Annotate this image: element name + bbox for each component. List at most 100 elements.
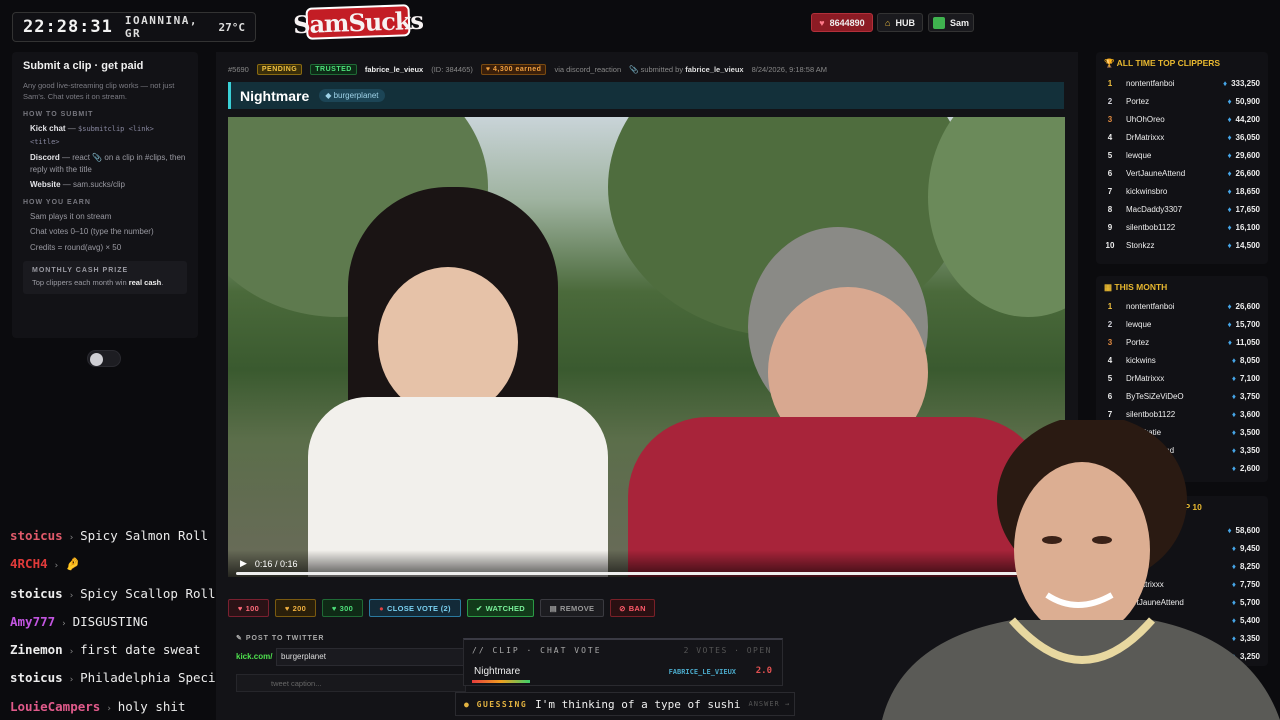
clipper-name: silentbob1122 (1126, 222, 1176, 232)
remove-button[interactable]: ▤ REMOVE (540, 599, 604, 617)
leaderboard-row[interactable]: 4 kickwins ♦ 8,050 (1104, 351, 1260, 369)
leaderboard-row[interactable]: 6 VertJauneAttend ♦ 26,600 (1104, 164, 1260, 182)
earn-step: Sam plays it on stream (30, 211, 112, 221)
close-vote-button[interactable]: ● CLOSE VOTE (2) (369, 599, 461, 617)
leaderboard-row[interactable]: 4 DrMatrixxx ♦ 36,050 (1104, 128, 1260, 146)
diamond-icon: ♦ (1227, 150, 1232, 160)
hub-button[interactable]: ⌂ HUB (877, 13, 923, 32)
diamond-icon: ♦ (1227, 186, 1232, 196)
clipper-name: lewque (1126, 319, 1152, 329)
site-logo[interactable]: SamSucks (293, 4, 423, 40)
clipper-credits: ♦ 15,700 (1227, 319, 1260, 329)
clipper-credits: ♦ 44,200 (1227, 114, 1260, 124)
chat-username: stoicus (10, 670, 63, 685)
diamond-icon: ♦ (1227, 132, 1232, 142)
rank: 3 (1107, 114, 1113, 124)
rank: 1 (1107, 301, 1113, 311)
streamer-webcam (842, 420, 1280, 720)
chat-username: LouieCampers (10, 699, 101, 714)
clipper-credits: ♦ 29,600 (1227, 150, 1260, 160)
vote-300-button[interactable]: ♥ 300 (322, 599, 363, 617)
credits-button[interactable]: ♥ 8644890 (811, 13, 873, 32)
clipper-name: ByTeSiZeViDeO (1126, 391, 1184, 401)
rank: 2 (1107, 319, 1113, 329)
clip-id: #5690 (228, 64, 249, 74)
kick-channel-input[interactable]: burgerplanet (276, 648, 466, 666)
leaderboard-row[interactable]: 9 silentbob1122 ♦ 16,100 (1104, 218, 1260, 236)
leaderboard-row[interactable]: 5 lewque ♦ 29,600 (1104, 146, 1260, 164)
dot-icon: ● (464, 699, 477, 709)
leaderboard-row[interactable]: 7 kickwinsbro ♦ 18,650 (1104, 182, 1260, 200)
diamond-icon: ♦ (1231, 391, 1236, 401)
leaderboard-row[interactable]: 3 Portez ♦ 11,050 (1104, 333, 1260, 351)
clock-temp: 27°C (218, 20, 246, 34)
diamond-icon: ♦ (1227, 96, 1232, 106)
leaderboard-row[interactable]: 10 Stonkzz ♦ 14,500 (1104, 236, 1260, 254)
clipper-name: DrMatrixxx (1126, 132, 1165, 142)
gem-icon: ♥ (284, 603, 290, 613)
gem-icon: ♥ (819, 17, 825, 28)
leaderboard-row[interactable]: 1 nontentfanboi ♦ 333,250 (1104, 74, 1260, 92)
prize-desc: Top clippers each month win real cash. (32, 278, 164, 287)
rank: 6 (1107, 391, 1113, 401)
user-button[interactable]: Sam (928, 13, 974, 32)
tweet-caption-input[interactable]: tweet caption... (236, 674, 466, 692)
vote-100-button[interactable]: ♥ 100 (228, 599, 269, 617)
paperclip-icon: 📎 (629, 64, 641, 74)
diamond-icon: ♦ (1227, 204, 1232, 214)
clip-title: Nightmare (240, 87, 310, 104)
chat-message: stoicus › Spicy Salmon Roll (10, 528, 208, 546)
vote-meter (472, 680, 530, 683)
theme-toggle[interactable] (87, 350, 121, 367)
vote-200-button[interactable]: ♥ 200 (275, 599, 316, 617)
calendar-icon: ▦ (1104, 282, 1115, 292)
leaderboard-row[interactable]: 2 Portez ♦ 50,900 (1104, 92, 1260, 110)
clipper-name: silentbob1122 (1126, 409, 1176, 419)
leaderboard-row[interactable]: 1 nontentfanboi ♦ 26,600 (1104, 297, 1260, 315)
clip-title-bar: Nightmare ◆ burgerplanet (228, 82, 1064, 109)
rank: 4 (1107, 132, 1113, 142)
leaderboard-row[interactable]: 3 UhOhOreo ♦ 44,200 (1104, 110, 1260, 128)
rank: 4 (1107, 355, 1113, 365)
diamond-icon: ♦ (1227, 337, 1232, 347)
record-icon: ● (379, 603, 385, 613)
leaderboard-row[interactable]: 6 ByTeSiZeViDeO ♦ 3,750 (1104, 387, 1260, 405)
leaderboard-row[interactable]: 8 MacDaddy3307 ♦ 17,650 (1104, 200, 1260, 218)
discord-instruction: Discord — react 📎 on a clip in #clips, t… (30, 153, 186, 174)
diamond-icon: ♦ (1227, 222, 1232, 232)
author-link[interactable]: fabrice_le_vieux (365, 65, 423, 74)
leaderboard-row[interactable]: 5 DrMatrixxx ♦ 7,100 (1104, 369, 1260, 387)
clipper-name: Portez (1126, 96, 1150, 106)
clock-location: IOANNINA, GR (124, 14, 198, 40)
leaderboard-row[interactable]: 2 lewque ♦ 15,700 (1104, 315, 1260, 333)
chat-message: Zinemon › first date sweat (10, 642, 201, 660)
chat-username: stoicus (10, 528, 63, 543)
channel-tag[interactable]: ◆ burgerplanet (319, 89, 385, 102)
watched-button[interactable]: ✔ WATCHED (467, 599, 534, 617)
rank: 8 (1107, 204, 1113, 214)
chat-message: stoicus › Spicy Scallop Roll (10, 586, 216, 604)
rank: 3 (1107, 337, 1113, 347)
chat-text: DISGUSTING (72, 614, 148, 629)
kick-instruction: Kick chat — $submitclip <link> <title> (30, 124, 154, 146)
user-name: Sam (949, 17, 969, 28)
clipper-name: DrMatrixxx (1126, 373, 1165, 383)
play-icon[interactable]: ▶ (240, 558, 247, 569)
author-id: (ID: 384465) (431, 64, 473, 74)
avatar (932, 16, 945, 29)
post-twitter-heading: ✎ POST TO TWITTER (236, 635, 325, 642)
chevron-icon: › (61, 619, 67, 629)
clipper-credits: ♦ 8,050 (1231, 355, 1260, 365)
earn-step: Chat votes 0–10 (type the number) (30, 227, 154, 236)
chat-vote-card: // CLIP · CHAT VOTE 2 VOTES · OPEN Night… (463, 638, 783, 686)
ban-button[interactable]: ⊘ BAN (610, 599, 655, 617)
clipper-credits: ♦ 14,500 (1227, 240, 1260, 250)
chevron-icon: › (68, 591, 75, 601)
rank: 7 (1107, 186, 1113, 196)
clip-date: 8/24/2026, 9:18:58 AM (751, 64, 828, 74)
clipper-credits: ♦ 18,650 (1227, 186, 1260, 196)
diamond-icon: ♦ (1231, 409, 1236, 419)
clipper-name: MacDaddy3307 (1126, 204, 1183, 214)
earn-step: Credits = round(avg) × 50 (30, 242, 122, 252)
chevron-icon: › (106, 704, 112, 714)
